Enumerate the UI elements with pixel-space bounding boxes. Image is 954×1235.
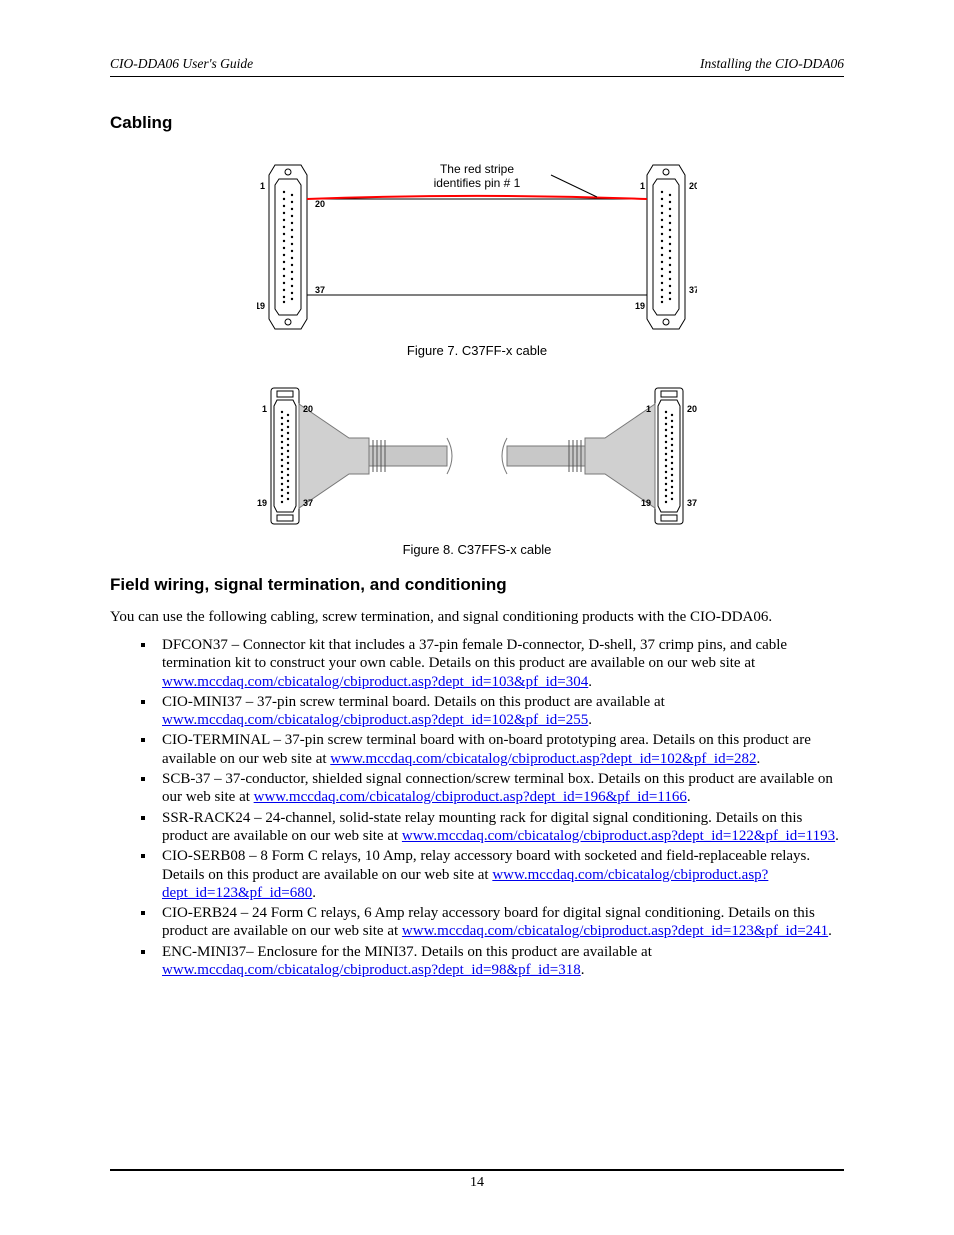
product-link[interactable]: www.mccdaq.com/cbicatalog/cbiproduct.asp… xyxy=(402,923,828,939)
svg-text:19: 19 xyxy=(257,301,265,311)
header-rule xyxy=(110,76,844,77)
list-item: SCB-37 – 37-conductor, shielded signal c… xyxy=(156,770,844,807)
list-item: CIO-TERMINAL – 37-pin screw terminal boa… xyxy=(156,731,844,768)
page-footer: 14 xyxy=(110,1169,844,1191)
header-right: Installing the CIO-DDA06 xyxy=(700,56,844,72)
product-link[interactable]: www.mccdaq.com/cbicatalog/cbiproduct.asp… xyxy=(402,828,835,844)
svg-text:37: 37 xyxy=(315,285,325,295)
product-link[interactable]: www.mccdaq.com/cbicatalog/cbiproduct.asp… xyxy=(162,867,768,901)
figure-7-caption: Figure 7. C37FF-x cable xyxy=(407,343,547,358)
svg-text:37: 37 xyxy=(689,285,697,295)
list-item: CIO-MINI37 – 37-pin screw terminal board… xyxy=(156,693,844,730)
list-item: DFCON37 – Connector kit that includes a … xyxy=(156,636,844,691)
svg-text:19: 19 xyxy=(257,498,267,508)
figure-8-svg: 1 19 20 37 1 19 20 37 xyxy=(257,376,697,536)
header-left: CIO-DDA06 User's Guide xyxy=(110,56,253,72)
svg-text:1: 1 xyxy=(260,181,265,191)
footer-rule xyxy=(110,1169,844,1171)
page-header: CIO-DDA06 User's Guide Installing the CI… xyxy=(110,56,844,72)
intro-paragraph: You can use the following cabling, screw… xyxy=(110,609,844,626)
callout-line1: The red stripe xyxy=(440,162,514,176)
product-link[interactable]: www.mccdaq.com/cbicatalog/cbiproduct.asp… xyxy=(254,789,687,805)
svg-text:20: 20 xyxy=(315,199,325,209)
heading-cabling: Cabling xyxy=(110,113,844,133)
svg-text:1: 1 xyxy=(640,181,645,191)
heading-fieldwiring: Field wiring, signal termination, and co… xyxy=(110,575,844,595)
list-item: ENC-MINI37– Enclosure for the MINI37. De… xyxy=(156,943,844,980)
svg-text:20: 20 xyxy=(687,404,697,414)
page-number: 14 xyxy=(110,1175,844,1191)
figure-7: The red stripe identifies pin # 1 1 19 2… xyxy=(110,147,844,358)
product-link[interactable]: www.mccdaq.com/cbicatalog/cbiproduct.asp… xyxy=(330,751,756,767)
figure-8-caption: Figure 8. C37FFS-x cable xyxy=(403,542,552,557)
callout-line2: identifies pin # 1 xyxy=(434,176,521,190)
svg-text:37: 37 xyxy=(303,498,313,508)
svg-text:37: 37 xyxy=(687,498,697,508)
svg-text:19: 19 xyxy=(635,301,645,311)
list-item: SSR-RACK24 – 24-channel, solid-state rel… xyxy=(156,809,844,846)
svg-text:1: 1 xyxy=(646,404,651,414)
product-link[interactable]: www.mccdaq.com/cbicatalog/cbiproduct.asp… xyxy=(162,962,581,978)
svg-text:20: 20 xyxy=(689,181,697,191)
svg-text:19: 19 xyxy=(641,498,651,508)
list-item: CIO-ERB24 – 24 Form C relays, 6 Amp rela… xyxy=(156,904,844,941)
figure-7-svg: The red stripe identifies pin # 1 1 19 2… xyxy=(257,147,697,337)
product-list: DFCON37 – Connector kit that includes a … xyxy=(110,636,844,979)
list-item: CIO-SERB08 – 8 Form C relays, 10 Amp, re… xyxy=(156,847,844,902)
figure-8: 1 19 20 37 1 19 20 37 Figure 8. C37FFS-x… xyxy=(110,376,844,557)
product-link[interactable]: www.mccdaq.com/cbicatalog/cbiproduct.asp… xyxy=(162,674,588,690)
svg-text:1: 1 xyxy=(262,404,267,414)
svg-text:20: 20 xyxy=(303,404,313,414)
product-link[interactable]: www.mccdaq.com/cbicatalog/cbiproduct.asp… xyxy=(162,712,588,728)
document-page: CIO-DDA06 User's Guide Installing the CI… xyxy=(0,0,954,1235)
